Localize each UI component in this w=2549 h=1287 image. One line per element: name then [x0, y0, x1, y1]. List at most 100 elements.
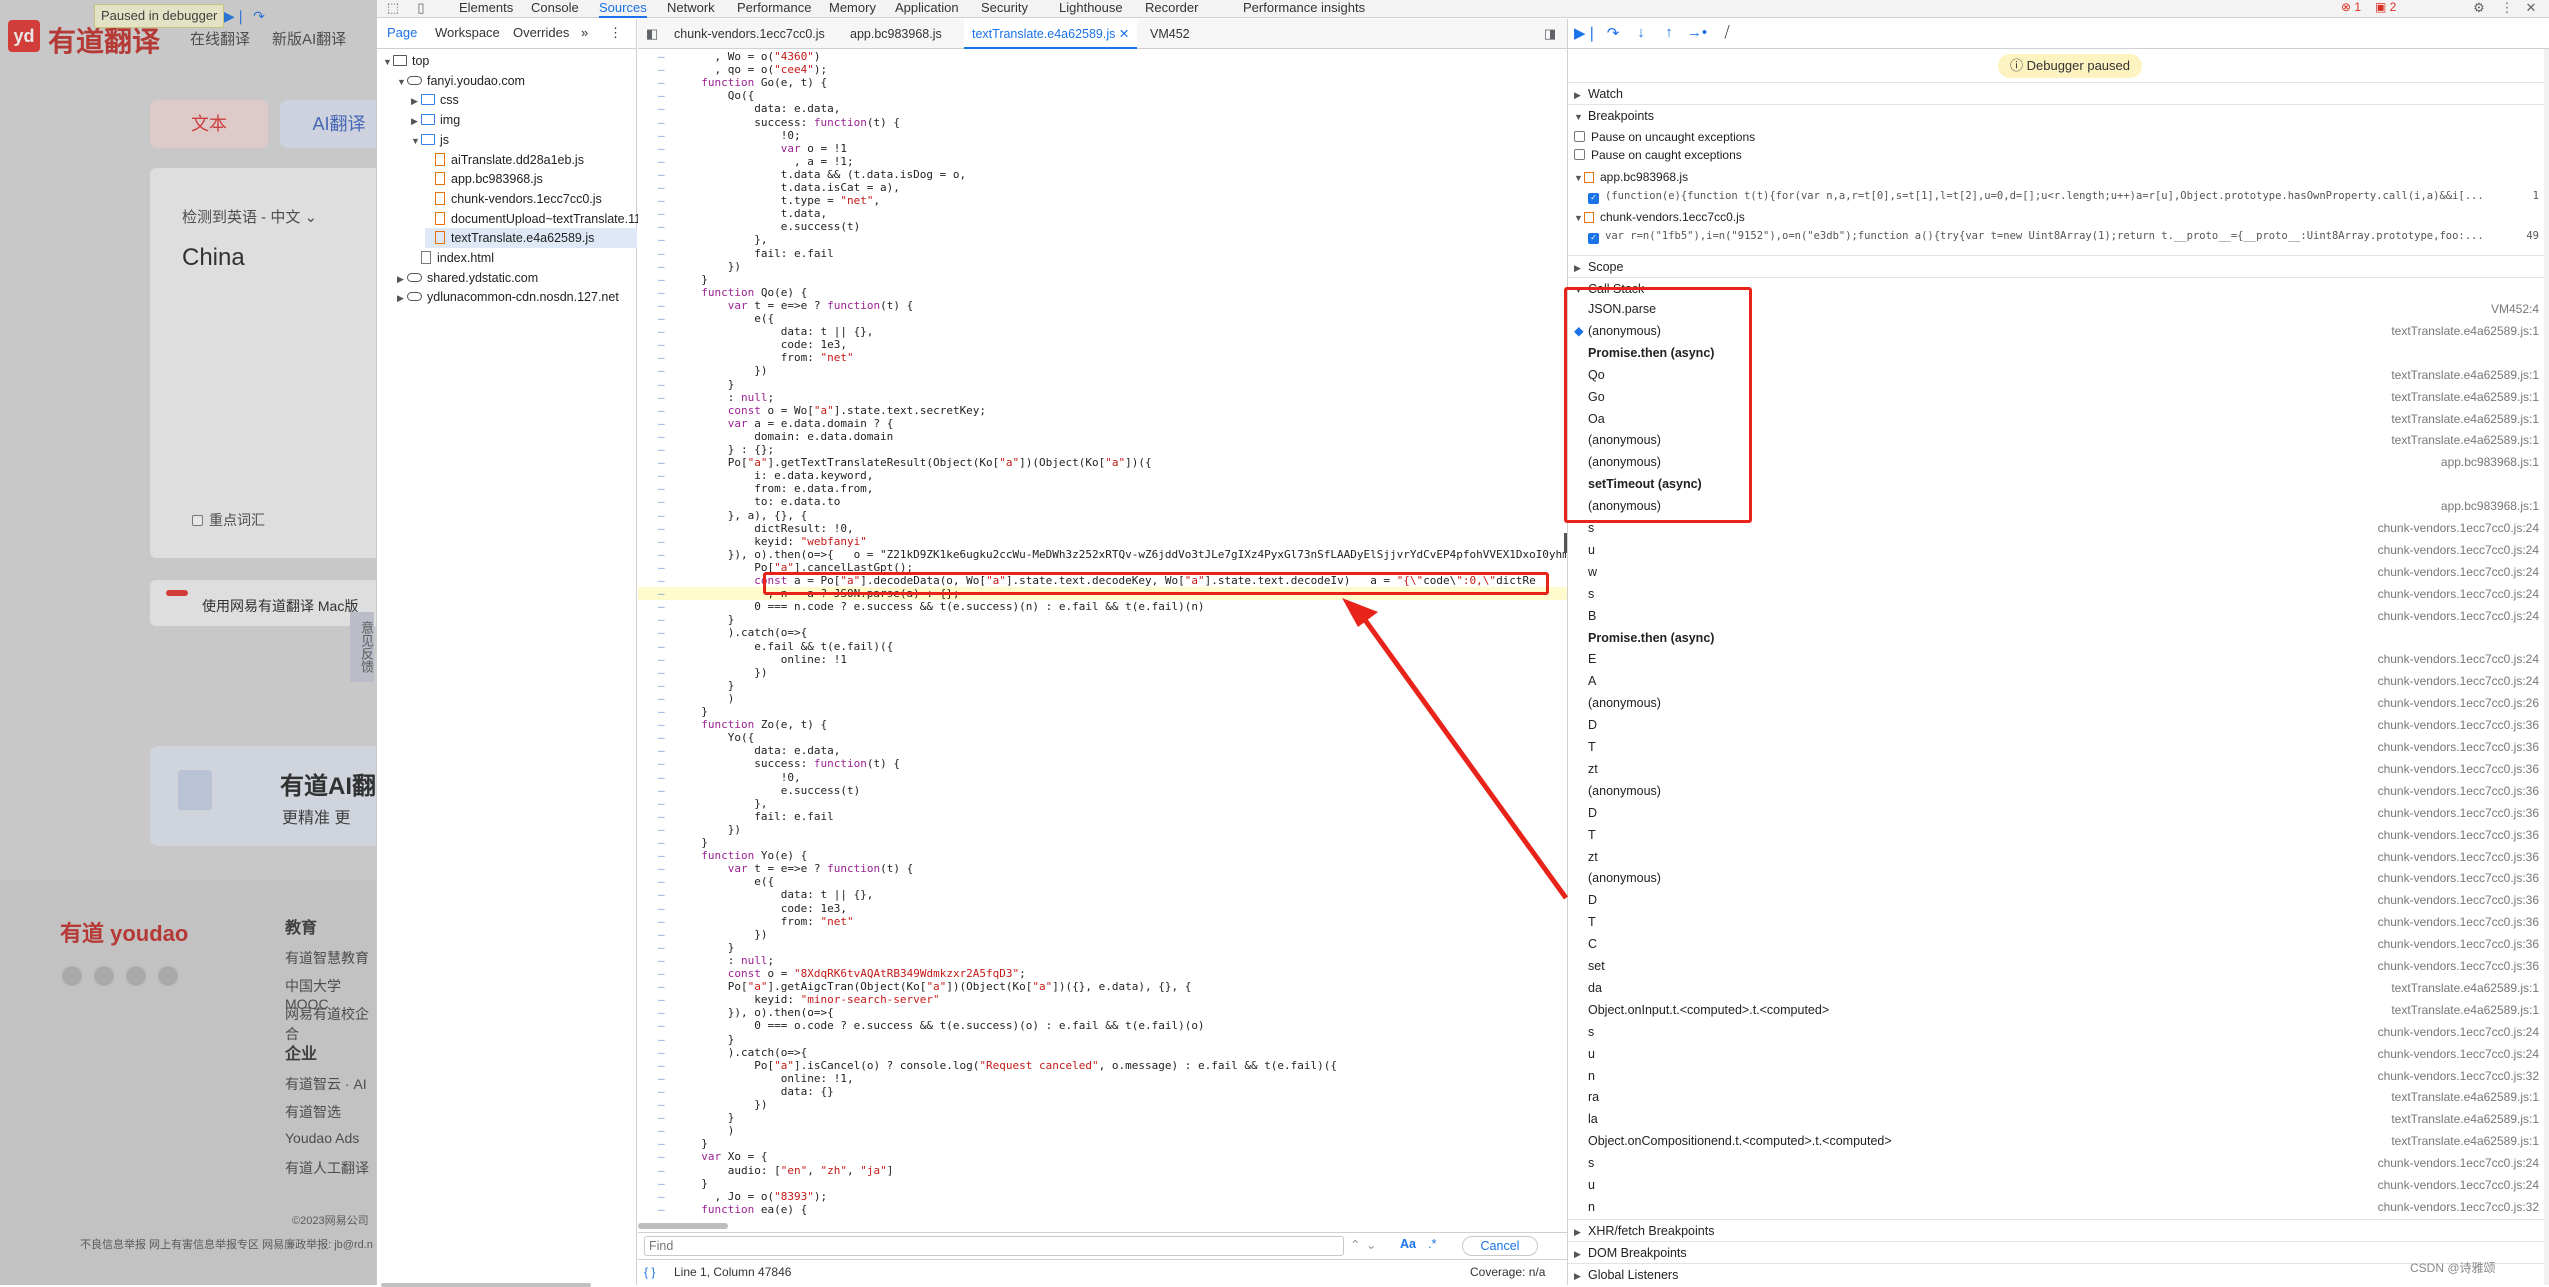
- tab-overrides[interactable]: Overrides: [513, 25, 569, 40]
- code-line[interactable]: – e.success(t): [638, 784, 1567, 797]
- line-gutter-marker[interactable]: –: [658, 1046, 665, 1059]
- code-line[interactable]: – !0;: [638, 129, 1567, 142]
- line-gutter-marker[interactable]: –: [658, 1164, 665, 1177]
- tree-folder-item[interactable]: ▶ shared.ydstatic.com: [397, 268, 637, 288]
- expand-down-icon[interactable]: ▼: [383, 52, 393, 72]
- line-gutter-marker[interactable]: –: [658, 63, 665, 76]
- pretty-print-button[interactable]: { }: [644, 1265, 655, 1279]
- find-next-icon[interactable]: ⌄: [1366, 1237, 1376, 1252]
- breakpoints-section[interactable]: ▼ Breakpoints: [1568, 104, 2549, 126]
- tree-folder-item[interactable]: ▶ img: [411, 110, 637, 130]
- code-line[interactable]: – }): [638, 928, 1567, 941]
- tree-folder-item[interactable]: ▼ top: [383, 51, 637, 71]
- call-stack-frame[interactable]: Tchunk-vendors.1ecc7cc0.js:36: [1568, 912, 2549, 934]
- code-line[interactable]: – , qo = o("cee4");: [638, 63, 1567, 76]
- call-stack-frame[interactable]: zt chunk-vendors.1ecc7cc0.js:36: [1568, 759, 2549, 781]
- call-stack-frame[interactable]: Tchunk-vendors.1ecc7cc0.js:36: [1568, 737, 2549, 759]
- editor-tab[interactable]: VM452: [1142, 19, 1198, 49]
- line-gutter-marker[interactable]: –: [658, 1203, 665, 1216]
- line-gutter-marker[interactable]: –: [658, 76, 665, 89]
- navigator-menu-icon[interactable]: ⋮: [609, 25, 622, 41]
- code-line[interactable]: – e({: [638, 875, 1567, 888]
- line-gutter-marker[interactable]: –: [658, 286, 665, 299]
- watch-section[interactable]: ▶ Watch: [1568, 82, 2549, 104]
- line-gutter-marker[interactable]: –: [658, 626, 665, 639]
- line-gutter-marker[interactable]: –: [658, 1177, 665, 1190]
- code-line[interactable]: – to: e.data.to: [638, 495, 1567, 508]
- call-stack-frame[interactable]: (anonymous) chunk-vendors.1ecc7cc0.js:26: [1568, 693, 2549, 715]
- code-line[interactable]: – }, a), {}, {: [638, 509, 1567, 522]
- line-gutter-marker[interactable]: –: [658, 1006, 665, 1019]
- code-line[interactable]: – }: [638, 1177, 1567, 1190]
- code-line[interactable]: – , Jo = o("8393");: [638, 1190, 1567, 1203]
- line-gutter-marker[interactable]: –: [658, 954, 665, 967]
- line-gutter-marker[interactable]: –: [658, 469, 665, 482]
- tab-page[interactable]: Page: [387, 25, 417, 40]
- code-line[interactable]: – ).catch(o=>{: [638, 626, 1567, 639]
- code-line[interactable]: – data: t || {},: [638, 325, 1567, 338]
- code-line[interactable]: – }: [638, 1033, 1567, 1046]
- code-line[interactable]: – e.success(t): [638, 220, 1567, 233]
- line-gutter-marker[interactable]: –: [658, 640, 665, 653]
- code-line[interactable]: – }: [638, 705, 1567, 718]
- line-gutter-marker[interactable]: –: [658, 260, 665, 273]
- settings-gear-icon[interactable]: ⚙: [2471, 0, 2487, 16]
- line-gutter-marker[interactable]: –: [658, 692, 665, 705]
- call-stack-frame[interactable]: ra textTranslate.e4a62589.js:1: [1568, 1087, 2549, 1109]
- line-gutter-marker[interactable]: –: [658, 378, 665, 391]
- line-gutter-marker[interactable]: –: [658, 1019, 665, 1032]
- code-line[interactable]: – }: [638, 613, 1567, 626]
- find-prev-icon[interactable]: ⌃: [1350, 1237, 1360, 1252]
- breakpoint-checkbox[interactable]: ✓: [1588, 233, 1599, 244]
- more-options-icon[interactable]: ⋮: [2499, 0, 2515, 16]
- breakpoint-entry[interactable]: ✓ var r=n("1fb5"),i=n("9152"),o=n("e3db")…: [1568, 226, 2549, 246]
- call-stack-frame[interactable]: u chunk-vendors.1ecc7cc0.js:24: [1568, 540, 2549, 562]
- tab-network[interactable]: Network: [667, 0, 715, 18]
- code-line[interactable]: – t.type = "net",: [638, 194, 1567, 207]
- call-stack-frame[interactable]: zt chunk-vendors.1ecc7cc0.js:36: [1568, 847, 2549, 869]
- line-gutter-marker[interactable]: –: [658, 561, 665, 574]
- tab-memory[interactable]: Memory: [829, 0, 876, 18]
- code-line[interactable]: – ): [638, 1124, 1567, 1137]
- code-line[interactable]: – }: [638, 378, 1567, 391]
- call-stack-frame[interactable]: Achunk-vendors.1ecc7cc0.js:24: [1568, 671, 2549, 693]
- line-gutter-marker[interactable]: –: [658, 404, 665, 417]
- code-line[interactable]: – Yo({: [638, 731, 1567, 744]
- navigator-scrollbar[interactable]: [381, 1283, 591, 1287]
- dom-breakpoints-section[interactable]: ▶ DOM Breakpoints: [1568, 1241, 2549, 1263]
- line-gutter-marker[interactable]: –: [658, 849, 665, 862]
- close-icon[interactable]: ✕: [2523, 0, 2539, 16]
- expand-down-icon[interactable]: ▼: [397, 72, 407, 92]
- tab-elements[interactable]: Elements: [459, 0, 513, 18]
- find-input[interactable]: [644, 1236, 1344, 1256]
- code-line[interactable]: – keyid: "minor-search-server": [638, 993, 1567, 1006]
- code-line[interactable]: – var a = e.data.domain ? {: [638, 417, 1567, 430]
- line-gutter-marker[interactable]: –: [658, 548, 665, 561]
- line-gutter-marker[interactable]: –: [658, 915, 665, 928]
- pause-caught-checkbox[interactable]: Pause on caught exceptions: [1568, 145, 2549, 165]
- call-stack-frame[interactable]: (anonymous) chunk-vendors.1ecc7cc0.js:36: [1568, 781, 2549, 803]
- code-line[interactable]: – } : {};: [638, 443, 1567, 456]
- match-case-button[interactable]: Aa: [1400, 1237, 1416, 1251]
- expand-right-icon[interactable]: ▶: [411, 111, 421, 131]
- call-stack-frame[interactable]: s chunk-vendors.1ecc7cc0.js:24: [1568, 584, 2549, 606]
- call-stack-frame[interactable]: Dchunk-vendors.1ecc7cc0.js:36: [1568, 890, 2549, 912]
- code-line[interactable]: – function ea(e) {: [638, 1203, 1567, 1216]
- line-gutter-marker[interactable]: –: [658, 705, 665, 718]
- call-stack-frame[interactable]: Object.onInput.t.<computed>.t.<computed>…: [1568, 1000, 2549, 1022]
- tree-file-item[interactable]: aiTranslate.dd28a1eb.js: [425, 150, 637, 170]
- more-tabs-icon[interactable]: »: [581, 25, 588, 40]
- step-over-icon[interactable]: ↷: [1602, 24, 1624, 44]
- call-stack-frame[interactable]: Echunk-vendors.1ecc7cc0.js:24: [1568, 649, 2549, 671]
- code-line[interactable]: – , a = !1;: [638, 155, 1567, 168]
- inspect-element-icon[interactable]: ⬚: [385, 0, 401, 16]
- sidebar-scrollbar[interactable]: [2544, 49, 2549, 1285]
- code-line[interactable]: – : null;: [638, 954, 1567, 967]
- line-gutter-marker[interactable]: –: [658, 273, 665, 286]
- expand-down-icon[interactable]: ▼: [411, 131, 421, 151]
- line-gutter-marker[interactable]: –: [658, 443, 665, 456]
- code-line[interactable]: – const o = "8XdqRK6tvAQAtRB349Wdmkzxr2A…: [638, 967, 1567, 980]
- line-gutter-marker[interactable]: –: [658, 744, 665, 757]
- code-line[interactable]: – }), o).then(o=>{ o = "Z21kD9ZK1ke6ugku…: [638, 548, 1567, 561]
- tab-workspace[interactable]: Workspace: [435, 25, 500, 40]
